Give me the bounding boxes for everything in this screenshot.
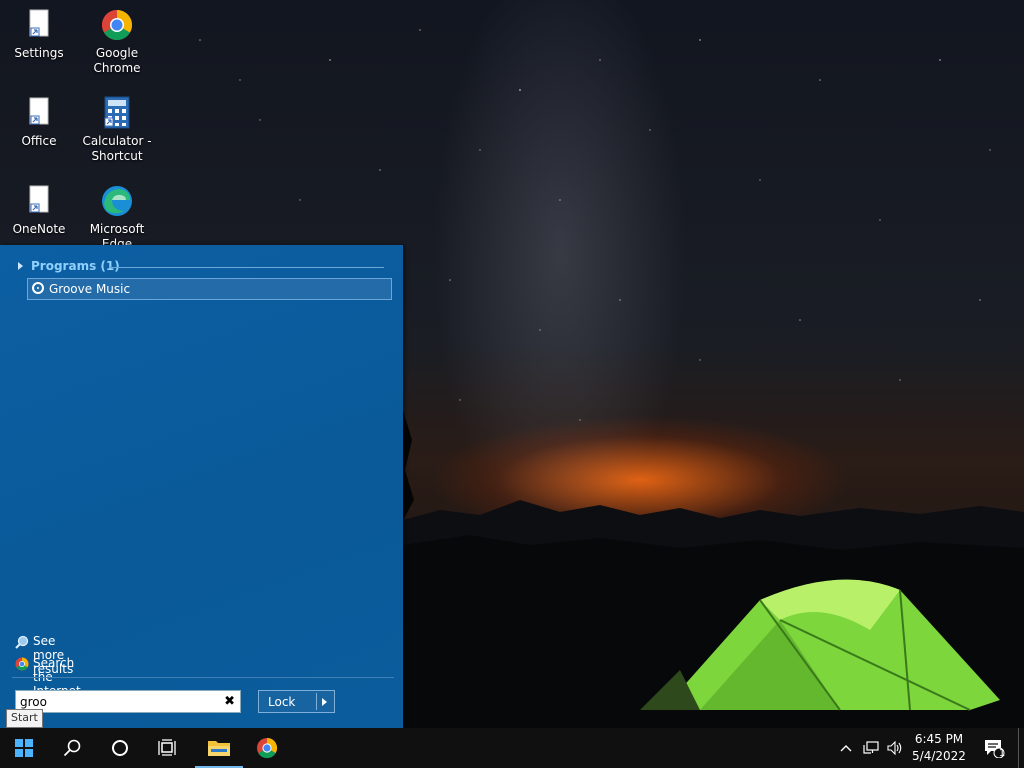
show-desktop-button[interactable] [1018, 728, 1019, 768]
programs-header-label: Programs (1) [31, 259, 120, 273]
network-icon [863, 741, 879, 754]
shortcut-file-icon [22, 96, 56, 130]
start-search-box[interactable]: ✖ [15, 690, 241, 713]
lock-button-divider [316, 693, 317, 710]
cortana-button[interactable] [96, 728, 144, 768]
desktop-icon-google-chrome[interactable]: Google Chrome [78, 8, 156, 76]
chrome-icon [100, 8, 134, 42]
calculator-icon [100, 96, 134, 130]
clear-search-icon[interactable]: ✖ [224, 694, 235, 709]
result-label: Groove Music [49, 282, 131, 296]
start-search-input[interactable] [20, 693, 215, 710]
taskbar: 6:45 PM 5/4/2022 1 [0, 728, 1024, 768]
chevron-up-icon [840, 745, 852, 752]
task-view-button[interactable] [144, 728, 192, 768]
desktop-icon-calculator[interactable]: Calculator - Shortcut [78, 96, 156, 164]
programs-group-header[interactable]: Programs (1) [18, 259, 384, 275]
clock-date: 5/4/2022 [912, 749, 966, 763]
desktop-icon-label: Microsoft [89, 222, 145, 236]
desktop-icon-label: Office [21, 134, 57, 148]
expand-triangle-icon [18, 262, 23, 270]
desktop-icon-label: Google [95, 46, 139, 60]
action-center-button[interactable]: 1 [978, 728, 1010, 768]
clock-button[interactable]: 6:45 PM 5/4/2022 [910, 728, 968, 768]
chrome-icon [257, 737, 278, 759]
file-explorer-button[interactable] [195, 728, 243, 768]
taskbar-search-button[interactable] [48, 728, 96, 768]
start-menu-divider [12, 677, 394, 678]
desktop-icon-settings[interactable]: Settings [0, 8, 78, 61]
start-button[interactable] [0, 728, 48, 768]
desktop-icon-label: OneNote [12, 222, 66, 236]
groove-music-icon [32, 282, 44, 294]
magnifier-icon [15, 635, 29, 649]
shortcut-file-icon [22, 8, 56, 42]
desktop-icon-label-line2: Shortcut [91, 149, 143, 163]
task-view-icon [158, 739, 176, 756]
start-tooltip: Start [6, 709, 43, 728]
green-tent [640, 579, 1000, 711]
desktop-icon-onenote[interactable]: OneNote [0, 184, 78, 237]
windows-logo-icon [15, 739, 33, 757]
header-divider [109, 267, 384, 268]
notification-count-badge: 1 [998, 748, 1006, 759]
speaker-icon [887, 741, 902, 755]
search-icon [63, 739, 81, 757]
desktop-icon-label-line2: Chrome [93, 61, 141, 75]
desktop-icon-label: Settings [14, 46, 64, 60]
cortana-ring-icon [112, 740, 128, 756]
lock-button[interactable]: Lock [258, 690, 335, 713]
lock-label: Lock [268, 695, 296, 709]
show-hidden-icons-button[interactable] [835, 728, 857, 768]
volume-button[interactable] [883, 728, 907, 768]
network-button[interactable] [859, 728, 883, 768]
chrome-taskbar-button[interactable] [243, 728, 291, 768]
desktop-icon-label: Calculator - [82, 134, 152, 148]
shortcut-file-icon [22, 184, 56, 218]
desktop-icon-office[interactable]: Office [0, 96, 78, 149]
chrome-icon [15, 657, 29, 671]
edge-icon [100, 184, 134, 218]
folder-icon [208, 741, 230, 756]
search-result-groove-music[interactable]: Groove Music [27, 278, 392, 300]
desktop-icon-microsoft-edge[interactable]: Microsoft Edge [78, 184, 156, 252]
power-options-arrow-icon[interactable] [322, 698, 327, 706]
clock-time: 6:45 PM [914, 732, 964, 746]
